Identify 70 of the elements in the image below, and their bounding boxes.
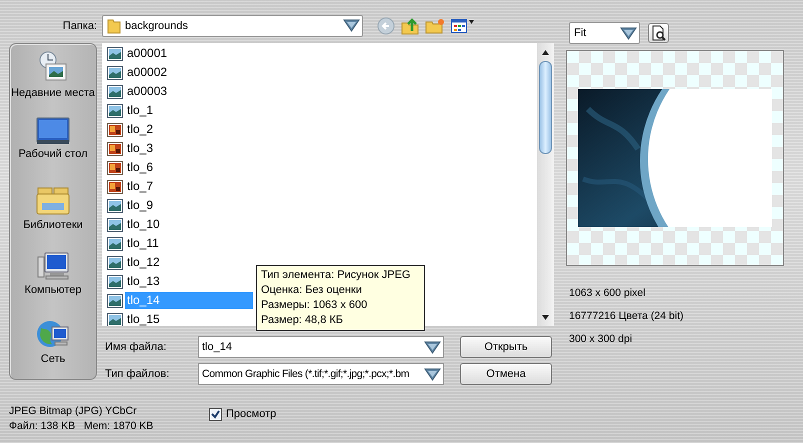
file-item[interactable]: tlo_2 [125,121,253,138]
file-item[interactable]: tlo_6 [125,159,253,176]
image-file-icon [107,274,123,288]
file-item[interactable]: tlo_7 [125,178,253,195]
file-type-label: Тип файлов: [104,368,170,380]
file-item[interactable]: a00002 [125,64,253,81]
file-status-text: JPEG Bitmap (JPG) YCbCr [9,405,138,418]
file-item[interactable]: tlo_3 [125,140,253,157]
image-size-text: 1063 x 600 pixel [569,287,646,300]
file-item[interactable]: tlo_12 [125,254,253,271]
image-file-icon [107,256,123,270]
preview-checkbox[interactable] [209,408,222,420]
image-file-icon [107,294,123,308]
file-item[interactable]: a00001 [125,45,253,62]
file-item[interactable]: tlo_10 [125,216,253,233]
photo-file-icon [107,160,123,174]
image-info-text: 16777216 Цвета (24 bit) [569,310,684,323]
open-button[interactable]: Открыть [460,336,552,358]
up-folder-icon[interactable] [401,16,419,34]
zoom-dropdown[interactable]: Fit [569,22,640,44]
file-status-text: Файл: 138 KB Mem: 1870 KB [9,420,154,433]
cancel-button[interactable]: Отмена [460,363,552,385]
view-menu-icon[interactable] [451,18,475,34]
place-button[interactable]: Компьютер [10,251,96,312]
image-file-icon [107,84,123,98]
file-item[interactable]: tlo_9 [125,197,253,214]
preview-checkbox-label: Просмотр [226,408,276,420]
tooltip-line: Тип элемента: Рисунок JPEG [261,268,412,283]
image-info-text: 300 x 300 dpi [569,333,634,346]
computer-icon [36,251,70,281]
place-button[interactable]: Сеть [10,318,96,379]
page-magnifier-icon [652,25,666,41]
check-icon [211,410,220,418]
preview-button[interactable] [648,23,669,43]
image-file-icon [107,198,123,212]
scroll-down-icon[interactable] [541,313,550,322]
file-type-dropdown[interactable]: Common Graphic Files (*.tif;*.gif;*.jpg;*.pcx;*.bm [198,363,444,385]
photo-file-icon [107,122,123,136]
file-item[interactable]: tlo_11 [125,235,253,252]
folder-dropdown[interactable]: backgrounds [102,14,363,36]
dropdown-arrow-icon[interactable] [424,340,441,354]
file-item[interactable]: a00003 [125,83,253,100]
image-file-icon [107,236,123,250]
folder-icon [107,18,121,34]
image-file-icon [107,218,123,232]
file-item[interactable]: tlo_15 [125,311,253,326]
photo-file-icon [107,142,123,156]
desktop-icon [36,117,70,145]
file-item[interactable]: tlo_1 [125,102,253,119]
place-button[interactable]: Библиотеки [10,184,96,245]
file-item[interactable]: tlo_13 [125,273,253,290]
photo-file-icon [107,180,123,194]
scroll-thumb[interactable] [539,61,552,154]
place-button[interactable]: Недавние места [10,50,96,111]
tooltip-line: Размер: 48,8 КБ [261,313,344,328]
file-name-label: Имя файла: [104,341,168,353]
image-file-icon [107,104,123,118]
place-button[interactable]: Рабочий стол [10,117,96,178]
dropdown-arrow-icon[interactable] [424,368,441,380]
scroll-up-icon[interactable] [541,48,550,57]
image-file-icon [107,46,123,60]
tooltip-line: Размеры: 1063 x 600 [261,298,368,313]
file-name-field[interactable]: tlo_14 [198,336,444,358]
scrollbar[interactable] [537,43,554,326]
network-icon [36,318,70,350]
image-file-icon [107,66,123,80]
dropdown-arrow-icon[interactable] [620,26,637,40]
folder-label: Папка: [62,18,97,34]
tooltip-line: Оценка: Без оценки [261,283,363,298]
dropdown-arrow-icon[interactable] [343,19,360,32]
